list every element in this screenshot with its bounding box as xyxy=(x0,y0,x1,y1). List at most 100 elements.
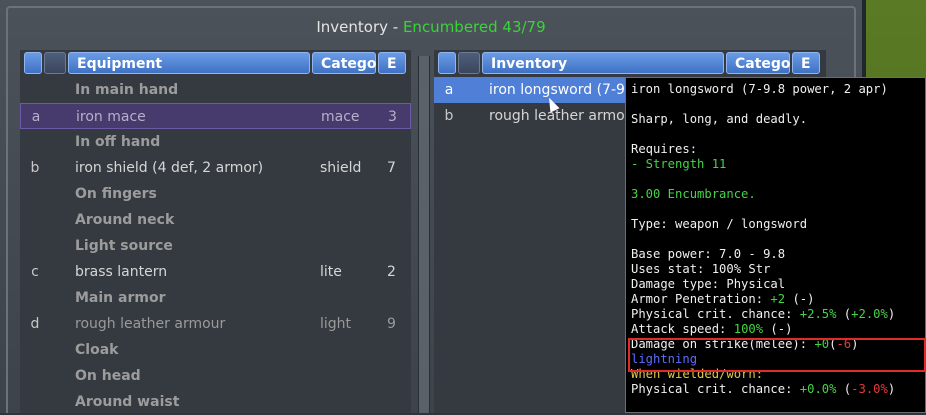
item-key: b xyxy=(30,160,40,176)
highlight-box xyxy=(628,338,926,372)
tooltip-line: Attack speed: 100% (-) xyxy=(631,322,920,337)
slot-header: Light source xyxy=(20,233,411,259)
item-encumbrance: 3 xyxy=(388,109,397,125)
tooltip-text: +2.0% xyxy=(851,307,888,321)
category-column-header[interactable]: Catego xyxy=(312,52,377,74)
equipment-column-header[interactable]: Equipment xyxy=(68,52,310,74)
tooltip-line: Sharp, long, and deadly. xyxy=(631,112,920,127)
item-name: On fingers xyxy=(75,186,157,202)
tooltip-text: -3.0% xyxy=(851,382,888,396)
tooltip-line: Physical crit. chance: +2.5% (+2.0%) xyxy=(631,307,920,322)
item-category: shield xyxy=(320,160,362,176)
item-category: mace xyxy=(321,109,360,125)
item-name: iron shield (4 def, 2 armor) xyxy=(75,160,264,176)
tooltip-text: +0.0% xyxy=(799,382,837,396)
item-name: Light source xyxy=(75,238,173,254)
select-column-header[interactable] xyxy=(24,52,42,74)
tooltip-line: iron longsword (7-9.8 power, 2 apr) xyxy=(631,82,920,97)
slot-header: Around waist xyxy=(20,389,411,415)
tooltip-text: Uses stat: 100% Str xyxy=(631,262,771,276)
equipment-row[interactable]: a iron mace mace 3 xyxy=(20,103,411,129)
tooltip-text: Physical crit. chance: xyxy=(631,382,800,396)
tooltip-text: +2 xyxy=(770,292,786,306)
equipment-header: Equipment Catego E xyxy=(20,52,411,74)
slot-header: Around neck xyxy=(20,207,411,233)
encumbrance-status: Encumbered 43/79 xyxy=(402,18,546,36)
panel-divider[interactable] xyxy=(418,56,430,413)
tooltip-line: Requires: xyxy=(631,142,920,157)
tooltip-line xyxy=(631,172,920,187)
tooltip-text: Sharp, long, and deadly. xyxy=(631,112,808,126)
tooltip-text: ( xyxy=(836,307,852,321)
tooltip-text: (-) xyxy=(763,322,793,336)
slot-header: On head xyxy=(20,363,411,389)
tooltip-text: Requires: xyxy=(631,142,698,156)
item-category: light xyxy=(320,316,352,332)
select-column-header[interactable] xyxy=(438,52,456,74)
tooltip-text: Base power: 7.0 - 9.8 xyxy=(631,247,786,261)
tooltip-line xyxy=(631,202,920,217)
tooltip-text: - Strength 11 xyxy=(631,157,727,171)
item-key: a xyxy=(444,82,454,98)
category-column-header[interactable]: Catego xyxy=(726,52,791,74)
item-name: Around neck xyxy=(75,212,175,228)
tooltip-text: Attack speed: xyxy=(631,322,734,336)
tooltip-text: iron longsword (7-9.8 power, 2 apr) xyxy=(631,82,888,96)
tooltip-text: ( xyxy=(836,382,852,396)
tooltip-line: Type: weapon / longsword xyxy=(631,217,920,232)
tooltip-line xyxy=(631,127,920,142)
equipment-panel: Equipment Catego E In main hand a iron mac… xyxy=(20,50,411,413)
item-name: On head xyxy=(75,368,141,384)
tooltip-text: ) xyxy=(887,382,896,396)
item-encumbrance: 2 xyxy=(387,264,396,280)
tooltip-text: Armor Penetration: xyxy=(631,292,771,306)
item-key: c xyxy=(31,264,39,280)
item-name: In off hand xyxy=(75,134,161,150)
tooltip-text: 3.00 Encumbrance. xyxy=(631,187,756,201)
slot-header: Cloak xyxy=(20,337,411,363)
slot-header: On fingers xyxy=(20,181,411,207)
tooltip-line: Physical crit. chance: +0.0% (-3.0%) xyxy=(631,382,920,397)
tooltip-line: 3.00 Encumbrance. xyxy=(631,187,920,202)
item-category: lite xyxy=(320,264,342,280)
tooltip-line: Damage type: Physical xyxy=(631,277,920,292)
item-key: b xyxy=(444,108,454,124)
equipment-row[interactable]: d rough leather armour light 9 xyxy=(20,311,411,337)
key-column-header[interactable] xyxy=(44,52,66,74)
equipment-list: In main hand a iron mace mace 3 In off hand b i… xyxy=(20,77,411,415)
item-name: Main armor xyxy=(75,290,166,306)
item-encumbrance: 9 xyxy=(387,316,396,332)
tooltip-line: Uses stat: 100% Str xyxy=(631,262,920,277)
item-name: iron mace xyxy=(76,109,146,125)
tooltip-text: (-) xyxy=(785,292,815,306)
item-name: rough leather armou xyxy=(489,108,634,124)
item-name: brass lantern xyxy=(75,264,168,280)
item-name: In main hand xyxy=(75,82,179,98)
encumbrance-column-header[interactable]: E xyxy=(378,52,406,74)
slot-header: Main armor xyxy=(20,285,411,311)
item-name: Cloak xyxy=(75,342,119,358)
key-column-header[interactable] xyxy=(458,52,480,74)
item-name: rough leather armour xyxy=(75,316,226,332)
slot-header: In main hand xyxy=(20,77,411,103)
item-encumbrance: 7 xyxy=(387,160,396,176)
tooltip-text: +2.5% xyxy=(799,307,837,321)
inventory-header: Inventory Catego E xyxy=(434,52,826,74)
tooltip-line xyxy=(631,232,920,247)
item-name: iron longsword (7-9.8 xyxy=(489,82,639,98)
title-label: Inventory - xyxy=(316,18,403,36)
tooltip-text: Type: weapon / longsword xyxy=(631,217,808,231)
equipment-row[interactable]: b iron shield (4 def, 2 armor) shield 7 xyxy=(20,155,411,181)
tooltip-line: Armor Penetration: +2 (-) xyxy=(631,292,920,307)
equipment-row[interactable]: c brass lantern lite 2 xyxy=(20,259,411,285)
tooltip-text: ) xyxy=(887,307,896,321)
inventory-column-header[interactable]: Inventory xyxy=(482,52,724,74)
encumbrance-column-header[interactable]: E xyxy=(792,52,820,74)
tooltip-text: Physical crit. chance: xyxy=(631,307,800,321)
tooltip-line: Base power: 7.0 - 9.8 xyxy=(631,247,920,262)
slot-header: In off hand xyxy=(20,129,411,155)
tooltip-line: - Strength 11 xyxy=(631,157,920,172)
tooltip-line xyxy=(631,97,920,112)
item-name: Around waist xyxy=(75,394,180,410)
item-key: d xyxy=(30,316,40,332)
